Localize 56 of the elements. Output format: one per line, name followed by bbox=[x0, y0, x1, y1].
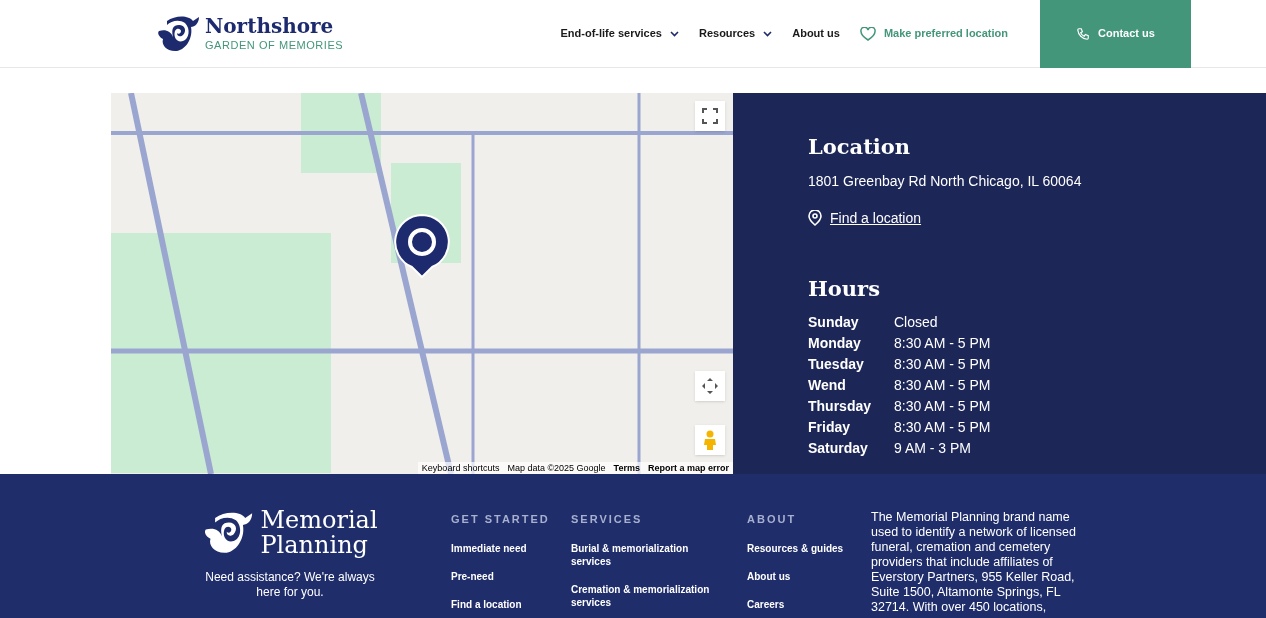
footer-link[interactable]: About us bbox=[747, 569, 867, 583]
day-label: Friday bbox=[808, 418, 851, 437]
location-heading: Location bbox=[808, 133, 912, 161]
fullscreen-button[interactable] bbox=[695, 101, 725, 131]
logo-tagline: GARDEN OF MEMORIES bbox=[205, 40, 344, 51]
footer-link[interactable]: Pre-need bbox=[451, 569, 571, 583]
footer-link[interactable]: Resources & guides bbox=[747, 541, 867, 555]
hours-value: 8:30 AM - 5 PM bbox=[894, 418, 992, 437]
hours-value: 8:30 AM - 5 PM bbox=[894, 397, 992, 416]
assistance-text: Need assistance? We're always here for you. bbox=[204, 570, 376, 600]
hours-value: 8:30 AM - 5 PM bbox=[894, 334, 992, 353]
logo-wordmark: Memorial Planning bbox=[260, 508, 378, 558]
map-attribution-link[interactable]: Keyboard shortcuts bbox=[421, 462, 500, 474]
footer-column-heading: GET STARTED bbox=[451, 512, 551, 527]
hours-value: 8:30 AM - 5 PM bbox=[894, 355, 992, 374]
leaf-swirl-logo-icon[interactable] bbox=[157, 14, 201, 53]
footer-link[interactable]: Immediate need bbox=[451, 541, 571, 555]
nav-dropdown[interactable]: Resources bbox=[698, 25, 773, 42]
day-label: Sunday bbox=[808, 313, 860, 332]
chevron-down-icon bbox=[763, 30, 773, 37]
footer-link[interactable]: Careers bbox=[747, 597, 867, 611]
chevron-down-icon bbox=[669, 30, 679, 37]
hours-value: 8:30 AM - 5 PM bbox=[894, 376, 992, 395]
hours-value: 9 AM - 3 PM bbox=[894, 439, 973, 458]
footer-link[interactable]: Burial & memorialization services bbox=[571, 541, 721, 568]
day-label: Saturday bbox=[808, 439, 869, 458]
hours-value: Closed bbox=[894, 313, 939, 332]
day-label: Thursday bbox=[808, 397, 872, 416]
fullscreen-icon bbox=[702, 108, 718, 124]
map-attribution-link[interactable]: Terms bbox=[613, 462, 640, 474]
logo-wordmark: Northshore bbox=[205, 16, 335, 36]
day-label: Tuesday bbox=[808, 355, 865, 374]
location-pin-icon bbox=[808, 210, 822, 226]
make-preferred-link[interactable]: Make preferred location bbox=[859, 25, 1008, 42]
map-pin-icon[interactable] bbox=[393, 213, 451, 279]
contact-button[interactable]: Contact us bbox=[1040, 0, 1191, 68]
camera-control-button[interactable] bbox=[695, 371, 725, 401]
nav-dropdown[interactable]: End-of-life services bbox=[560, 25, 679, 42]
map-attribution-link[interactable]: Map data ©2025 Google bbox=[507, 462, 606, 474]
hours-heading: Hours bbox=[808, 274, 881, 303]
footer-column-heading: SERVICES bbox=[571, 512, 644, 527]
disclaimer-text: The Memorial Planning brand name used to identify a network of licensed funeral, cremation and cemetery providers that include affiliates of Everstory Partners, 955 Keller Road, Suite 1500, Altamonte Springs, FL 32714. With over 450 locations, bbox=[871, 510, 1077, 616]
nav-link[interactable]: About us bbox=[792, 25, 840, 42]
address-text: 1801 Greenbay Rd North Chicago, IL 60064 bbox=[808, 171, 1083, 191]
map-attribution-link[interactable]: Report a map error bbox=[647, 462, 729, 474]
day-label: Monday bbox=[808, 334, 862, 353]
footer-link[interactable]: Cremation & memorialization services bbox=[571, 582, 721, 609]
person-icon bbox=[703, 430, 717, 450]
phone-icon bbox=[1076, 26, 1091, 41]
day-label: Wend bbox=[808, 376, 847, 395]
find-a-location-link[interactable]: Find a location bbox=[830, 207, 922, 229]
heart-icon bbox=[859, 26, 876, 41]
footer-column-heading: ABOUT bbox=[747, 512, 798, 527]
footer-link[interactable]: Find a location bbox=[451, 597, 571, 611]
map-placeholder[interactable]: Keyboard shortcuts Map data ©2025 Google Terms Report a map error bbox=[111, 93, 733, 474]
four-arrows-icon bbox=[701, 377, 719, 395]
